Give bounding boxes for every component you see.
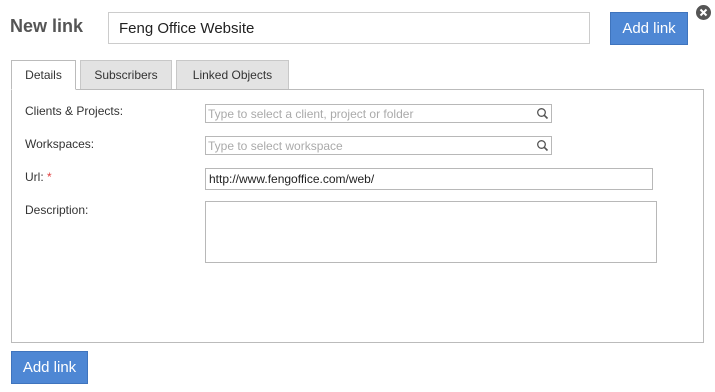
url-input[interactable]: [205, 168, 653, 190]
link-title-input[interactable]: [108, 12, 590, 44]
workspaces-label: Workspaces:: [25, 137, 95, 151]
search-icon[interactable]: [536, 139, 549, 152]
new-link-dialog: New link Add link Details Subscribers Li…: [0, 0, 715, 392]
dialog-title: New link: [10, 16, 84, 36]
tab-details[interactable]: Details: [11, 60, 76, 90]
add-link-button-bottom[interactable]: Add link: [11, 351, 88, 384]
close-icon[interactable]: [696, 5, 711, 20]
description-label: Description:: [25, 203, 89, 217]
workspaces-field[interactable]: [205, 136, 552, 155]
clients-projects-label: Clients & Projects:: [25, 104, 124, 118]
tab-subscribers[interactable]: Subscribers: [80, 60, 172, 89]
clients-projects-input[interactable]: [206, 105, 528, 123]
tab-linked-objects[interactable]: Linked Objects: [176, 60, 289, 89]
search-icon[interactable]: [536, 107, 549, 120]
required-marker: *: [47, 170, 52, 184]
workspaces-input[interactable]: [206, 137, 528, 155]
clients-projects-field[interactable]: [205, 104, 552, 123]
url-label: Url: *: [25, 170, 52, 184]
add-link-button-top[interactable]: Add link: [610, 12, 688, 45]
description-textarea[interactable]: [205, 201, 657, 263]
url-label-text: Url:: [25, 170, 44, 184]
